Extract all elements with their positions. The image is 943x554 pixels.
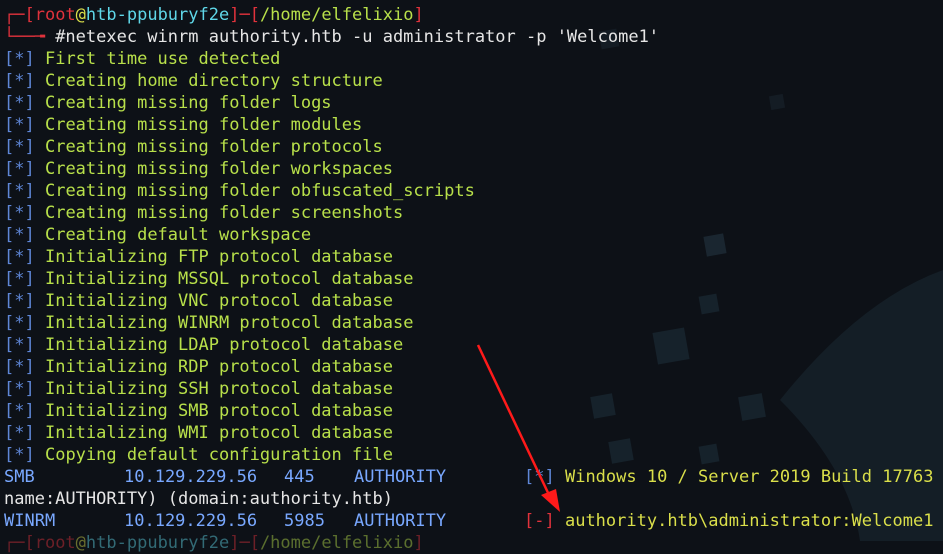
- annotation-arrow: [476, 344, 560, 512]
